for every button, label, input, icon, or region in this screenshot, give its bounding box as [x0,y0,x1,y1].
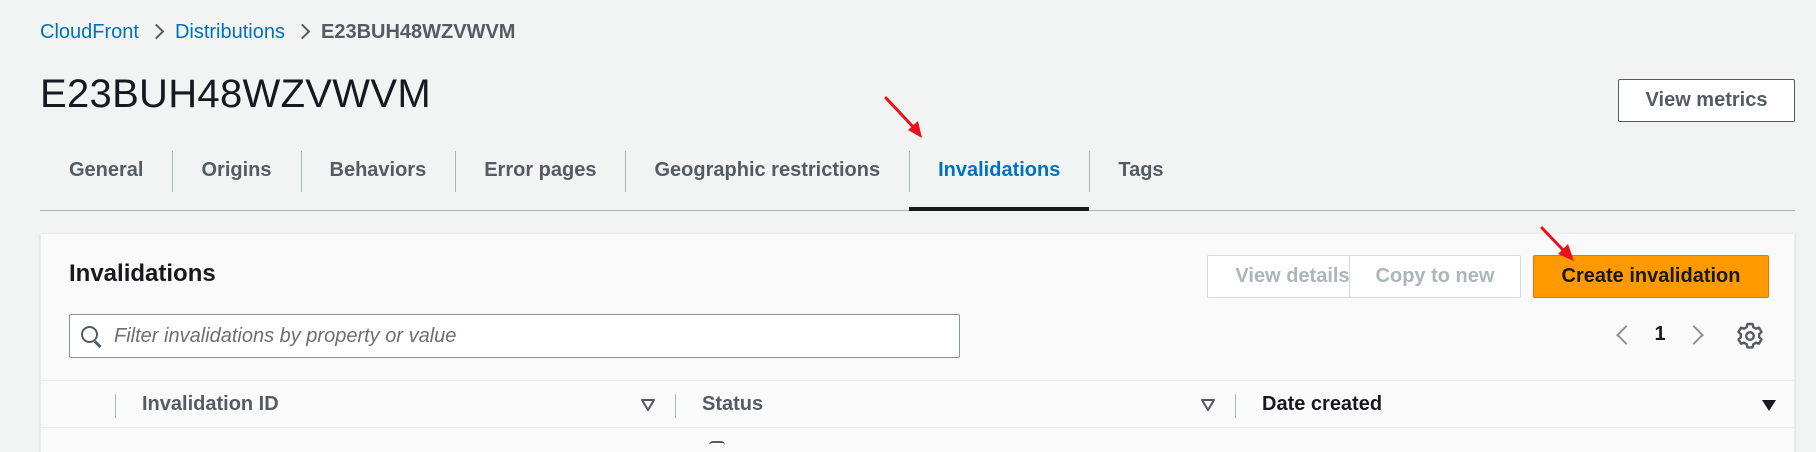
tab-label: Behaviors [329,158,427,181]
chevron-left-icon[interactable] [1609,318,1637,350]
chevron-right-icon[interactable] [1683,318,1711,350]
tab-tags[interactable]: Tags [1089,146,1192,210]
view-metrics-button[interactable]: View metrics [1618,79,1795,122]
status-icon-partial [709,441,725,445]
tab-label: Geographic restrictions [654,158,881,181]
copy-to-new-button[interactable]: Copy to new [1349,255,1521,298]
tab-behaviors[interactable]: Behaviors [300,146,456,210]
breadcrumb-current: E23BUH48WZVWVM [320,20,516,43]
invalidations-panel: Invalidations View details Copy to new C… [40,233,1795,452]
tab-general[interactable]: General [40,146,172,210]
tab-origins[interactable]: Origins [172,146,300,210]
red-arrow-annotation [884,96,922,138]
tab-label: Error pages [484,158,597,181]
create-invalidation-button[interactable]: Create invalidation [1533,255,1769,298]
tab-label: Tags [1118,158,1164,181]
page-title: E23BUH48WZVWVM [40,72,431,116]
column-divider [115,394,116,418]
column-header-invalidation-id[interactable]: Invalidation ID [142,381,279,427]
panel-title: Invalidations [69,260,216,287]
breadcrumb-distributions[interactable]: Distributions [175,21,285,44]
tab-invalidations[interactable]: Invalidations [909,146,1090,211]
tab-error-pages[interactable]: Error pages [455,146,625,210]
column-divider [1235,394,1236,418]
column-header-status[interactable]: Status [702,381,763,427]
filter-input[interactable] [114,316,944,356]
tab-label: Invalidations [938,158,1061,181]
chevron-right-icon [285,20,321,44]
column-header-date-created[interactable]: Date created [1262,381,1382,427]
search-icon [70,315,114,357]
sort-descending-icon[interactable] [1761,398,1777,412]
page-number[interactable]: 1 [1645,320,1675,348]
settings-gear-icon[interactable] [1734,320,1766,352]
chevron-right-icon [139,20,175,44]
tab-label: General [69,158,144,181]
tab-geographic-restrictions[interactable]: Geographic restrictions [625,146,909,210]
breadcrumb-cloudfront[interactable]: CloudFront [40,21,139,44]
column-divider [675,394,676,418]
table-header: Invalidation ID Status Date created [41,380,1794,428]
distribution-tabs: General Origins Behaviors Error pages Ge… [40,146,1795,211]
tab-label: Origins [201,158,272,181]
breadcrumb: CloudFront Distributions E23BUH48WZVWVM [40,20,515,44]
filter-search [69,314,960,358]
